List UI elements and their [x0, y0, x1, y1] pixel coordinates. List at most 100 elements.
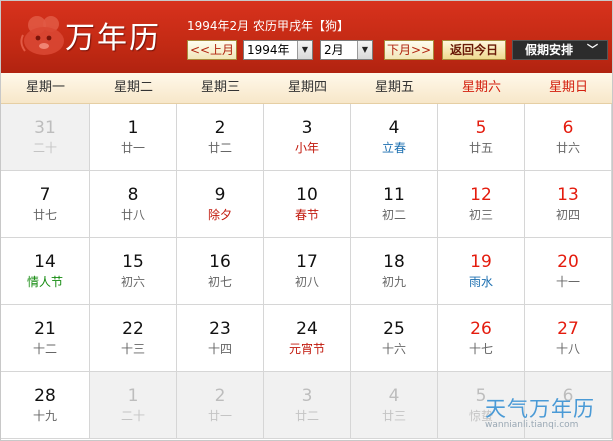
day-number: 6 [562, 118, 574, 138]
day-cell[interactable]: 6 廿六 [525, 104, 612, 171]
day-cell[interactable]: 15 初六 [90, 238, 177, 305]
day-cell[interactable]: 28 十九 [1, 372, 90, 439]
day-cell-adjacent-month[interactable]: 3 廿二 [264, 372, 351, 439]
day-cell[interactable]: 26 十七 [438, 305, 525, 372]
day-cell[interactable]: 11 初二 [351, 171, 438, 238]
weekday-label: 星期三 [200, 80, 240, 95]
lunar-date: 春节 [294, 208, 319, 222]
day-number: 14 [34, 252, 56, 272]
lunar-date: 初三 [468, 208, 493, 222]
day-number: 19 [470, 252, 492, 272]
weekday-label: 星期四 [287, 80, 327, 95]
year-select-value: 1994年 [247, 43, 290, 57]
day-cell[interactable]: 5 廿五 [438, 104, 525, 171]
weekday-header: 星期一 星期二 星期三 星期四 星期五 星期六 星期日 [1, 73, 612, 104]
day-cell[interactable]: 10 春节 [264, 171, 351, 238]
day-number: 1 [127, 386, 139, 406]
logo-title: 万年历 [65, 21, 161, 56]
day-cell[interactable]: 25 十六 [351, 305, 438, 372]
day-cell[interactable]: 22 十三 [90, 305, 177, 372]
day-number: 2 [214, 118, 226, 138]
day-cell[interactable]: 3 小年 [264, 104, 351, 171]
day-cell[interactable]: 2 廿二 [177, 104, 264, 171]
day-number: 15 [122, 252, 144, 272]
day-cell-adjacent-month[interactable]: 2 廿一 [177, 372, 264, 439]
day-cell-adjacent-month[interactable]: 31 二十 [1, 104, 90, 171]
day-number: 9 [214, 185, 226, 205]
day-cell[interactable]: 13 初四 [525, 171, 612, 238]
lunar-date: 廿六 [555, 141, 580, 155]
lunar-date: 十六 [381, 342, 406, 356]
chevron-down-icon: ﹀ [587, 43, 598, 56]
lunar-date: 廿七 [32, 208, 57, 222]
day-number: 20 [557, 252, 579, 272]
dropdown-arrow-icon: ▼ [357, 41, 372, 59]
lunar-date: 除夕 [207, 208, 232, 222]
day-number: 4 [388, 118, 400, 138]
lunar-date: 十三 [120, 342, 145, 356]
holiday-arrangement-select[interactable]: 假期安排 ﹀ [512, 40, 608, 60]
mouse-zodiac-icon [20, 16, 64, 55]
day-cell[interactable]: 27 十八 [525, 305, 612, 372]
lunar-date: 初四 [555, 208, 580, 222]
lunar-date: 情人节 [26, 275, 63, 289]
day-cell[interactable]: 9 除夕 [177, 171, 264, 238]
day-cell[interactable]: 20 十一 [525, 238, 612, 305]
day-cell[interactable]: 14 情人节 [1, 238, 90, 305]
day-cell[interactable]: 18 初九 [351, 238, 438, 305]
day-number: 16 [209, 252, 231, 272]
day-cell[interactable]: 8 廿八 [90, 171, 177, 238]
lunar-date: 初二 [381, 208, 406, 222]
day-cell-adjacent-month[interactable]: 1 二十 [90, 372, 177, 439]
day-number: 3 [301, 118, 313, 138]
day-cell[interactable]: 16 初七 [177, 238, 264, 305]
lunar-date: 初七 [207, 275, 232, 289]
day-cell-adjacent-month[interactable]: 4 廿三 [351, 372, 438, 439]
day-cell[interactable]: 4 立春 [351, 104, 438, 171]
day-number: 18 [383, 252, 405, 272]
day-number: 31 [34, 118, 56, 138]
day-number: 10 [296, 185, 318, 205]
logo: 万年历 [1, 1, 179, 73]
day-number: 24 [296, 319, 318, 339]
day-number: 28 [34, 386, 56, 406]
lunar-date: 廿一 [207, 409, 232, 423]
lunar-date: 雨水 [468, 275, 493, 289]
day-number: 8 [127, 185, 139, 205]
day-cell[interactable]: 23 十四 [177, 305, 264, 372]
watermark-title: 天气万年历 [485, 397, 595, 421]
day-number: 27 [557, 319, 579, 339]
back-to-today-button[interactable]: 返回今日 [442, 40, 506, 60]
lunar-date: 十一 [555, 275, 580, 289]
weekday-label: 星期一 [25, 80, 65, 95]
prev-month-button[interactable]: <<上月 [187, 40, 237, 60]
day-cell[interactable]: 1 廿一 [90, 104, 177, 171]
lunar-date: 廿八 [120, 208, 145, 222]
month-select[interactable]: 2月 ▼ [320, 40, 373, 60]
day-cell[interactable]: 7 廿七 [1, 171, 90, 238]
day-number: 4 [388, 386, 400, 406]
weekday-label: 星期五 [374, 80, 414, 95]
day-cell[interactable]: 17 初八 [264, 238, 351, 305]
weekday-label: 星期日 [548, 80, 588, 95]
watermark-url: wannianli.tianqi.com [485, 420, 579, 430]
lunar-date: 廿三 [381, 409, 406, 423]
lunar-date: 小年 [294, 141, 319, 155]
day-number: 25 [383, 319, 405, 339]
day-number: 23 [209, 319, 231, 339]
lunar-date: 廿五 [468, 141, 493, 155]
next-month-button[interactable]: 下月>> [384, 40, 434, 60]
weekday-label: 星期二 [113, 80, 153, 95]
date-info: 1994年2月 农历甲戌年【狗】 [187, 19, 349, 33]
year-select[interactable]: 1994年 ▼ [243, 40, 313, 60]
day-cell[interactable]: 24 元宵节 [264, 305, 351, 372]
lunar-date: 十八 [555, 342, 580, 356]
day-number: 11 [383, 185, 405, 205]
day-cell[interactable]: 21 十二 [1, 305, 90, 372]
holiday-select-label: 假期安排 [525, 43, 574, 57]
day-cell[interactable]: 19 雨水 [438, 238, 525, 305]
weekday-label: 星期六 [461, 80, 501, 95]
lunar-date: 初八 [294, 275, 319, 289]
day-cell[interactable]: 12 初三 [438, 171, 525, 238]
month-select-value: 2月 [324, 43, 344, 57]
